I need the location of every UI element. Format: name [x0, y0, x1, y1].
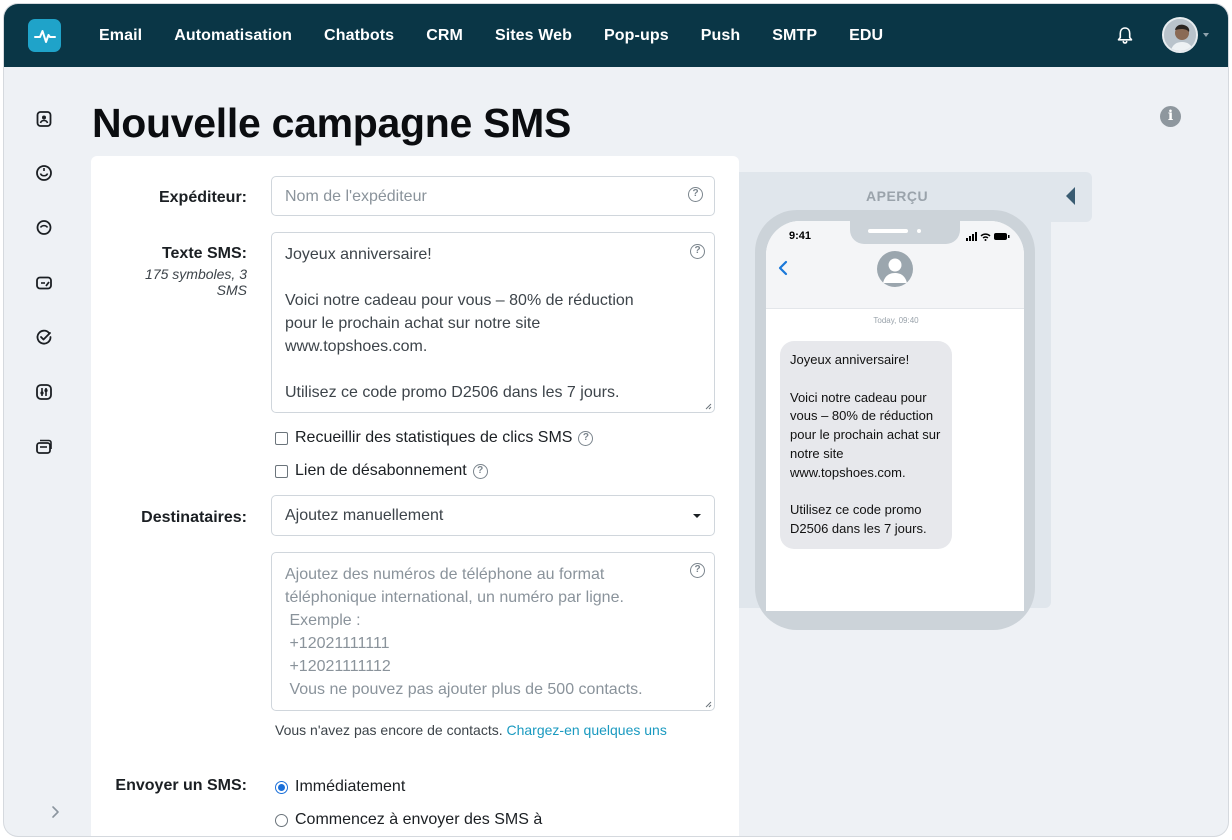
phone-status-icons: [966, 232, 1010, 243]
no-contacts-text: Vous n'avez pas encore de contacts.: [275, 722, 503, 738]
smile-icon[interactable]: [35, 164, 53, 182]
send-label: Envoyer un SMS:: [115, 777, 247, 794]
resize-handle-icon[interactable]: [704, 402, 712, 410]
caret-down-icon: [693, 514, 701, 518]
send-now-radio[interactable]: [275, 780, 288, 794]
nav-push[interactable]: Push: [701, 27, 741, 45]
sender-label: Expéditeur:: [158, 189, 247, 206]
unsubscribe-checkbox[interactable]: [275, 464, 288, 478]
send-later-radio[interactable]: [275, 813, 288, 827]
nav-smtp[interactable]: SMTP: [772, 27, 817, 45]
send-later-label: Commencez à envoyer des SMS à: [295, 811, 543, 828]
sms-preview-bubble: Joyeux anniversaire! Voici notre cadeau …: [780, 341, 952, 549]
campaign-form: Expéditeur: Nom de l'expéditeur ? Texte …: [91, 156, 739, 836]
unsubscribe-option[interactable]: Lien de désabonnement ?: [275, 462, 488, 480]
sender-placeholder: Nom de l'expéditeur: [285, 188, 427, 205]
layers-icon[interactable]: [35, 437, 53, 455]
bell-icon[interactable]: [1116, 25, 1134, 45]
chevron-right-icon[interactable]: [50, 805, 60, 824]
nav-email[interactable]: Email: [99, 27, 142, 45]
sms-text-label: Texte SMS:: [161, 245, 247, 262]
speaker-icon: [868, 229, 908, 233]
back-chevron-icon[interactable]: [778, 259, 788, 282]
sms-text-value: Joyeux anniversaire! Voici notre cadeau …: [285, 246, 634, 401]
nav-websites[interactable]: Sites Web: [495, 27, 572, 45]
question-circle-icon[interactable]: ?: [472, 463, 488, 479]
send-later-option[interactable]: Commencez à envoyer des SMS à: [275, 811, 542, 829]
recipients-select-value: Ajoutez manuellement: [285, 507, 444, 524]
check-circle-icon[interactable]: [35, 328, 53, 346]
collapse-preview-icon[interactable]: [1066, 187, 1075, 205]
upload-contacts-link[interactable]: Chargez-en quelques uns: [507, 722, 667, 738]
click-stats-option[interactable]: Recueillir des statistiques de clics SMS…: [275, 429, 594, 447]
question-circle-icon[interactable]: ?: [690, 563, 705, 578]
nav-automation[interactable]: Automatisation: [174, 27, 292, 45]
sliders-icon[interactable]: [35, 383, 53, 401]
camera-icon: [917, 229, 921, 233]
sender-input[interactable]: Nom de l'expéditeur ?: [271, 176, 715, 216]
nav-chatbots[interactable]: Chatbots: [324, 27, 394, 45]
contact-avatar-icon: [877, 251, 913, 287]
sms-text-area[interactable]: Joyeux anniversaire! Voici notre cadeau …: [271, 232, 715, 413]
top-nav: Email Automatisation Chatbots CRM Sites …: [4, 4, 1228, 67]
nav-popups[interactable]: Pop-ups: [604, 27, 669, 45]
click-stats-checkbox[interactable]: [275, 431, 288, 445]
question-circle-icon[interactable]: ?: [690, 244, 705, 259]
sms-text-meta: 175 symboles, 3 SMS: [145, 266, 247, 298]
recipients-select[interactable]: Ajoutez manuellement: [271, 495, 715, 536]
edit-card-icon[interactable]: [35, 274, 53, 292]
phone-numbers-input[interactable]: Ajoutez des numéros de téléphone au form…: [271, 552, 715, 711]
phone-numbers-placeholder: Ajoutez des numéros de téléphone au form…: [285, 566, 643, 698]
user-menu[interactable]: [1162, 16, 1210, 54]
chevron-down-icon: [1203, 33, 1209, 37]
pulse-logo-icon[interactable]: [28, 19, 61, 52]
send-now-label: Immédiatement: [295, 778, 406, 795]
message-timestamp: Today, 09:40: [873, 316, 919, 325]
phone-time: 9:41: [789, 230, 812, 242]
page-title: Nouvelle campagne SMS: [92, 100, 572, 146]
nav-items: Email Automatisation Chatbots CRM Sites …: [99, 4, 915, 67]
click-stats-label: Recueillir des statistiques de clics SMS: [295, 429, 573, 446]
signal-wifi-battery-icon: [966, 232, 1010, 241]
info-icon[interactable]: i: [1160, 106, 1181, 127]
avatar: [1162, 17, 1198, 53]
app-window: Email Automatisation Chatbots CRM Sites …: [4, 4, 1228, 836]
chat-icon[interactable]: [35, 219, 53, 237]
nav-edu[interactable]: EDU: [849, 27, 883, 45]
no-contacts-note: Vous n'avez pas encore de contacts. Char…: [275, 722, 667, 738]
question-circle-icon[interactable]: ?: [688, 187, 703, 202]
send-now-option[interactable]: Immédiatement: [275, 778, 405, 796]
contacts-icon[interactable]: [35, 110, 53, 128]
unsubscribe-label: Lien de désabonnement: [295, 462, 467, 479]
recipients-label: Destinataires:: [141, 509, 247, 526]
nav-crm[interactable]: CRM: [426, 27, 463, 45]
question-circle-icon[interactable]: ?: [578, 430, 594, 446]
resize-handle-icon[interactable]: [704, 700, 712, 708]
preview-title: APERÇU: [866, 188, 929, 204]
sidebar: [4, 67, 86, 836]
